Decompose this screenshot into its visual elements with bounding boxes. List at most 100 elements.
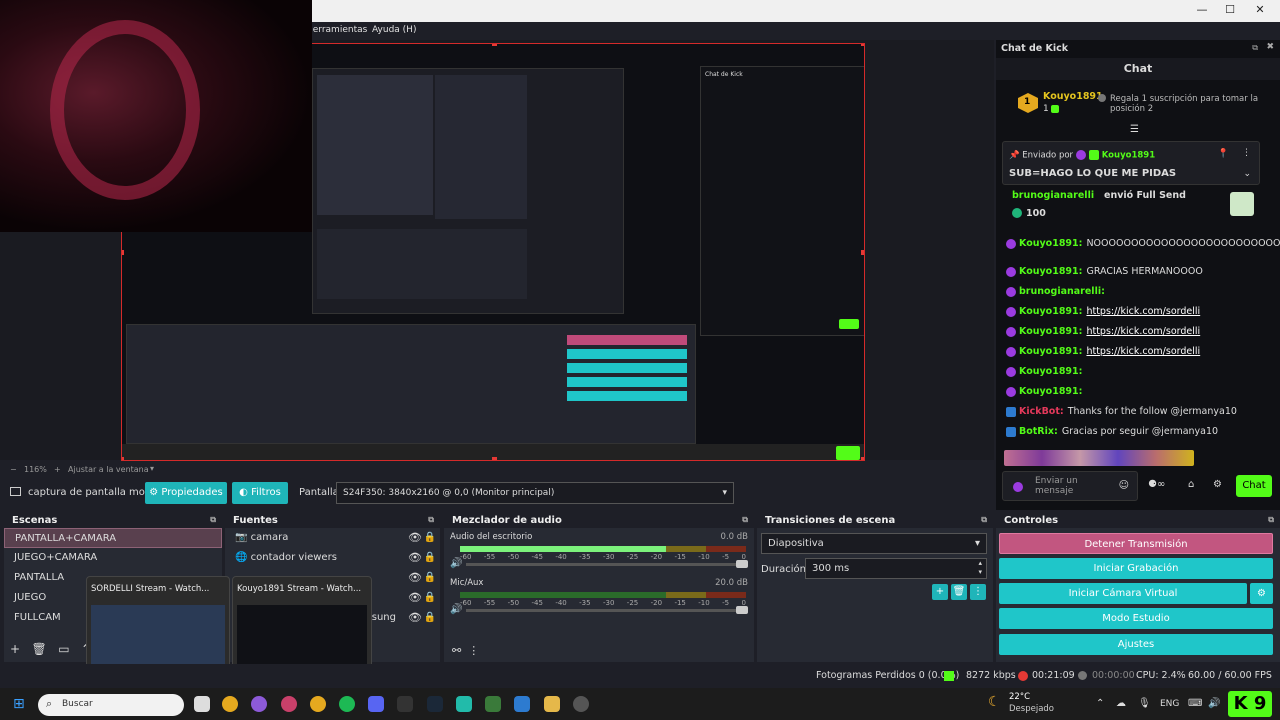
kick-widget[interactable]: K 9 xyxy=(1228,691,1272,717)
chrome-icon[interactable] xyxy=(251,696,267,712)
eye-icon[interactable]: 👁 xyxy=(408,608,422,628)
windows-start-icon[interactable]: ⊞ xyxy=(13,696,25,712)
stop-stream-button[interactable]: Detener Transmisión xyxy=(999,533,1273,554)
close-icon[interactable]: ✖ xyxy=(1266,42,1274,52)
chat-username[interactable]: Kouyo1891: xyxy=(1019,266,1082,277)
resize-handle[interactable] xyxy=(861,250,864,255)
spotify-icon[interactable] xyxy=(339,696,355,712)
send-chat-button[interactable]: Chat xyxy=(1236,475,1272,497)
app-icon[interactable] xyxy=(514,696,530,712)
task-view-icon[interactable] xyxy=(194,696,210,712)
volume-icon[interactable]: 🔊 xyxy=(1208,698,1220,709)
chat-text[interactable]: https://kick.com/sordelli xyxy=(1086,306,1200,317)
eye-icon[interactable]: 👁 xyxy=(408,548,422,568)
chevron-down-icon[interactable]: ⌄ xyxy=(1243,169,1251,179)
speaker-icon[interactable]: 🔊 xyxy=(450,558,462,569)
chat-username[interactable]: Kouyo1891: xyxy=(1019,346,1082,357)
settings-button[interactable]: Ajustes xyxy=(999,634,1273,655)
chrome-icon[interactable] xyxy=(310,696,326,712)
language-indicator[interactable]: ENG xyxy=(1160,699,1179,709)
chat-username[interactable]: Kouyo1891: xyxy=(1019,238,1082,249)
more-icon[interactable]: ⋮ xyxy=(468,644,479,657)
eye-icon[interactable]: 👁 xyxy=(408,568,422,588)
lock-icon[interactable]: 🔒 xyxy=(424,568,436,588)
chrome-icon[interactable] xyxy=(222,696,238,712)
volume-slider[interactable] xyxy=(466,560,748,568)
network-icon[interactable]: ⌨ xyxy=(1188,698,1202,709)
fit-window-select[interactable]: Ajustar a la ventana xyxy=(68,465,149,474)
transition-select[interactable]: Diapositiva ▾ xyxy=(761,533,987,554)
emote-bar[interactable] xyxy=(1004,450,1194,466)
lock-icon[interactable]: 🔒 xyxy=(424,608,436,628)
emoji-icon[interactable]: ☺ xyxy=(1119,480,1129,491)
close-button[interactable]: ✕ xyxy=(1246,3,1274,19)
chat-username[interactable]: Kouyo1891: xyxy=(1019,386,1082,397)
eye-icon[interactable]: 👁 xyxy=(408,528,422,548)
chat-username[interactable]: Kouyo1891: xyxy=(1019,306,1082,317)
menu-help[interactable]: Ayuda (H) xyxy=(372,25,416,35)
filter-icon[interactable]: ▭ xyxy=(58,642,69,656)
add-icon[interactable]: + xyxy=(932,584,948,600)
users-icon[interactable]: ⚈∞ xyxy=(1148,479,1165,490)
volume-slider[interactable] xyxy=(466,606,748,614)
window-thumbnail[interactable]: Kouyo1891 Stream - Watch... xyxy=(232,576,372,676)
resize-handle[interactable] xyxy=(122,250,124,255)
chat-text[interactable]: https://kick.com/sordelli xyxy=(1086,346,1200,357)
trash-icon[interactable]: 🗑 xyxy=(32,642,47,656)
properties-button[interactable]: ⚙ Propiedades xyxy=(145,482,227,504)
more-icon[interactable]: ⋮ xyxy=(970,584,986,600)
studio-mode-button[interactable]: Modo Estudio xyxy=(999,608,1273,629)
folder-icon[interactable] xyxy=(544,696,560,712)
popout-icon[interactable]: ⧉ xyxy=(1252,43,1258,53)
steam-icon[interactable] xyxy=(427,696,443,712)
chat-username[interactable]: Kouyo1891: xyxy=(1019,366,1082,377)
pin-icon[interactable]: 📍 xyxy=(1218,149,1229,159)
maximize-button[interactable]: ☐ xyxy=(1216,3,1244,19)
lock-icon[interactable]: 🔒 xyxy=(424,548,436,568)
start-virtual-cam-button[interactable]: Iniciar Cámara Virtual xyxy=(999,583,1247,604)
lock-icon[interactable]: 🔒 xyxy=(424,528,436,548)
cloud-icon[interactable]: ☁ xyxy=(1116,698,1126,709)
chat-username[interactable]: BotRix: xyxy=(1019,426,1058,437)
scene-item[interactable]: JUEGO+CAMARA xyxy=(4,548,222,568)
minimize-button[interactable]: — xyxy=(1188,3,1216,19)
chrome-icon[interactable] xyxy=(281,696,297,712)
zoom-out-icon[interactable]: − xyxy=(10,465,17,474)
mic-icon[interactable]: 🎙 xyxy=(1138,698,1151,709)
source-item[interactable]: 📷 camara 👁 🔒 xyxy=(225,528,440,548)
more-icon[interactable]: ⋮ xyxy=(1242,148,1251,158)
xbox-icon[interactable] xyxy=(485,696,501,712)
window-thumbnail[interactable]: SORDELLI Stream - Watch... xyxy=(86,576,230,676)
filters-button[interactable]: ◐ Filtros xyxy=(232,482,288,504)
epic-games-icon[interactable] xyxy=(397,696,413,712)
app-icon[interactable] xyxy=(456,696,472,712)
taskbar-search[interactable]: ⌕ Buscar xyxy=(38,694,184,716)
add-icon[interactable]: + xyxy=(10,642,20,656)
resize-handle[interactable] xyxy=(861,457,864,460)
chat-username[interactable]: KickBot: xyxy=(1019,406,1064,417)
gear-icon[interactable]: ⚙ xyxy=(1250,583,1273,604)
zoom-in-icon[interactable]: + xyxy=(54,465,61,474)
source-item[interactable]: 🌐 contador viewers 👁 🔒 xyxy=(225,548,440,568)
eye-icon[interactable]: 👁 xyxy=(408,588,422,608)
chat-username[interactable]: brunogianarelli: xyxy=(1019,286,1105,297)
chevron-down-icon[interactable]: ▾ xyxy=(150,464,154,473)
start-record-button[interactable]: Iniciar Grabación xyxy=(999,558,1273,579)
chevron-up-icon[interactable]: ⌃ xyxy=(1096,698,1104,709)
scene-item[interactable]: PANTALLA+CAMARA xyxy=(4,528,222,548)
trash-icon[interactable]: 🗑 xyxy=(951,584,967,600)
link-icon[interactable]: ⚯ xyxy=(452,644,461,657)
resize-handle[interactable] xyxy=(492,44,497,46)
chat-text[interactable]: https://kick.com/sordelli xyxy=(1086,326,1200,337)
store-icon[interactable]: ⌂ xyxy=(1188,479,1194,490)
speaker-icon[interactable]: 🔊 xyxy=(450,604,462,615)
lock-icon[interactable]: 🔒 xyxy=(424,588,436,608)
screen-select[interactable]: S24F350: 3840x2160 @ 0,0 (Monitor princi… xyxy=(336,482,734,504)
menu-tools[interactable]: Herramientas xyxy=(306,25,367,35)
obs-icon[interactable] xyxy=(573,696,589,712)
discord-icon[interactable] xyxy=(368,696,384,712)
filter-icon[interactable]: ☰ xyxy=(1130,124,1139,135)
chat-input[interactable]: Enviar un mensaje ☺ xyxy=(1002,471,1138,501)
resize-handle[interactable] xyxy=(492,457,497,460)
resize-handle[interactable] xyxy=(122,457,124,460)
